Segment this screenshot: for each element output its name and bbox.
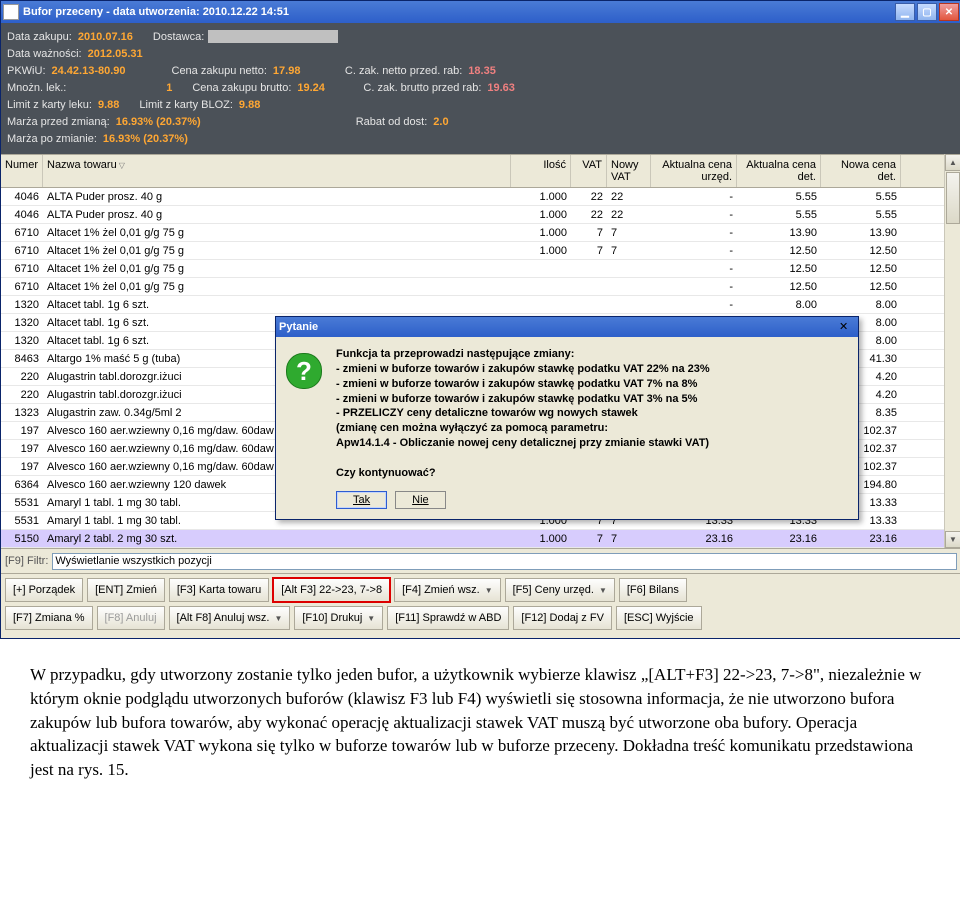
fn-button[interactable]: [ENT] Zmień xyxy=(87,578,165,602)
chevron-down-icon: ▼ xyxy=(485,586,493,595)
price-gross: 19.24 xyxy=(297,82,343,94)
vertical-scrollbar[interactable]: ▲ ▼ xyxy=(944,154,960,548)
pkwiu: 24.42.13-80.90 xyxy=(52,65,152,77)
dialog-message: Funkcja ta przeprowadzi następujące zmia… xyxy=(336,347,710,481)
titlebar: Bufor przeceny - data utworzenia: 2010.1… xyxy=(1,1,960,23)
col-number[interactable]: Numer xyxy=(1,155,43,187)
label: Rabat od dost: xyxy=(356,116,428,128)
no-button[interactable]: Nie xyxy=(395,491,446,509)
fn-button[interactable]: [F6] Bilans xyxy=(619,578,687,602)
scroll-up-icon[interactable]: ▲ xyxy=(945,154,960,171)
grid-header: Numer Nazwa towaru▽ Ilość VAT Nowy VAT A… xyxy=(1,154,944,188)
button-bar: [+] Porządek[ENT] Zmień[F3] Karta towaru… xyxy=(1,574,960,638)
table-row[interactable]: 4046ALTA Puder prosz. 40 g1.0002222-5.55… xyxy=(1,188,944,206)
label: Mnożn. lek.: xyxy=(7,82,66,94)
limit-card: 9.88 xyxy=(98,99,119,111)
rebate: 2.0 xyxy=(433,116,448,128)
chevron-down-icon: ▼ xyxy=(367,614,375,623)
col-official-price[interactable]: Aktualna cena urzęd. xyxy=(651,155,737,187)
table-row[interactable]: 5150Amaryl 2 tabl. 2 mg 30 szt.1.0007723… xyxy=(1,530,944,548)
label: Data zakupu: xyxy=(7,31,72,43)
fn-button[interactable]: [F4] Zmień wsz.▼ xyxy=(394,578,501,602)
scroll-down-icon[interactable]: ▼ xyxy=(945,531,960,548)
fn-button[interactable]: [F7] Zmiana % xyxy=(5,606,93,630)
col-new-retail[interactable]: Nowa cena det. xyxy=(821,155,901,187)
dialog-close-button[interactable]: ✕ xyxy=(839,320,855,334)
scrollbar-thumb[interactable] xyxy=(946,172,960,224)
label: C. zak. netto przed. rab: xyxy=(345,65,462,77)
table-row[interactable]: 6710Altacet 1% żel 0,01 g/g 75 g1.00077-… xyxy=(1,242,944,260)
fn-button[interactable]: [F5] Ceny urzęd.▼ xyxy=(505,578,615,602)
window-title: Bufor przeceny - data utworzenia: 2010.1… xyxy=(23,6,893,18)
multiplier: 1 xyxy=(72,82,172,94)
caption-text: W przypadku, gdy utworzony zostanie tylk… xyxy=(0,639,960,806)
table-row[interactable]: 1320Altacet tabl. 1g 6 szt.-8.008.00 xyxy=(1,296,944,314)
price-gross-before: 19.63 xyxy=(487,82,515,94)
label: PKWiU: xyxy=(7,65,46,77)
label: C. zak. brutto przed rab: xyxy=(363,82,481,94)
validity-date: 2012.05.31 xyxy=(88,48,143,60)
dialog-titlebar: Pytanie ✕ xyxy=(276,317,858,337)
col-vat[interactable]: VAT xyxy=(571,155,607,187)
purchase-date: 2010.07.16 xyxy=(78,31,133,43)
table-row[interactable]: 6710Altacet 1% żel 0,01 g/g 75 g-12.5012… xyxy=(1,278,944,296)
price-net-before: 18.35 xyxy=(468,65,496,77)
price-net: 17.98 xyxy=(273,65,325,77)
info-panel: Data zakupu: 2010.07.16 Dostawca: Data w… xyxy=(1,23,960,154)
fn-button[interactable]: [Alt F8] Anuluj wsz.▼ xyxy=(169,606,291,630)
fn-button[interactable]: [F12] Dodaj z FV xyxy=(513,606,612,630)
margin-after: 16.93% (20.37%) xyxy=(103,133,188,145)
label: Data ważności: xyxy=(7,48,82,60)
supplier-field xyxy=(208,30,338,43)
question-icon: ? xyxy=(286,353,322,389)
col-retail-price[interactable]: Aktualna cena det. xyxy=(737,155,821,187)
limit-bloz: 9.88 xyxy=(239,99,260,111)
dialog-title: Pytanie xyxy=(279,321,839,333)
chevron-down-icon: ▼ xyxy=(274,614,282,623)
table-row[interactable]: 6710Altacet 1% żel 0,01 g/g 75 g1.00077-… xyxy=(1,224,944,242)
fn-button[interactable]: [F10] Drukuj▼ xyxy=(294,606,383,630)
label: Cena zakupu brutto: xyxy=(192,82,291,94)
fn-button[interactable]: [ESC] Wyjście xyxy=(616,606,702,630)
filter-bar: [F9] Filtr: xyxy=(1,548,960,574)
fn-button[interactable]: [F8] Anuluj xyxy=(97,606,165,630)
table-row[interactable]: 6710Altacet 1% żel 0,01 g/g 75 g-12.5012… xyxy=(1,260,944,278)
label: Marża przed zmianą: xyxy=(7,116,110,128)
fn-button[interactable]: [F3] Karta towaru xyxy=(169,578,269,602)
col-name[interactable]: Nazwa towaru▽ xyxy=(43,155,511,187)
filter-label: [F9] Filtr: xyxy=(5,555,48,567)
margin-before: 16.93% (20.37%) xyxy=(116,116,336,128)
label: Cena zakupu netto: xyxy=(172,65,267,77)
col-new-vat[interactable]: Nowy VAT xyxy=(607,155,651,187)
main-window: Bufor przeceny - data utworzenia: 2010.1… xyxy=(0,0,960,639)
fn-button[interactable]: [Alt F3] 22->23, 7->8 xyxy=(273,578,390,602)
label: Limit z karty BLOZ: xyxy=(139,99,233,111)
filter-input[interactable] xyxy=(52,553,957,570)
col-qty[interactable]: Ilość xyxy=(511,155,571,187)
fn-button[interactable]: [F11] Sprawdź w ABD xyxy=(387,606,509,630)
maximize-button[interactable]: ▢ xyxy=(917,3,937,21)
label: Dostawca: xyxy=(153,31,204,43)
window-icon xyxy=(3,4,19,20)
minimize-button[interactable]: ▁ xyxy=(895,3,915,21)
sort-icon: ▽ xyxy=(119,161,125,170)
label: Limit z karty leku: xyxy=(7,99,92,111)
yes-button[interactable]: Tak xyxy=(336,491,387,509)
fn-button[interactable]: [+] Porządek xyxy=(5,578,83,602)
table-row[interactable]: 4046ALTA Puder prosz. 40 g1.0002222-5.55… xyxy=(1,206,944,224)
chevron-down-icon: ▼ xyxy=(599,586,607,595)
close-button[interactable]: ✕ xyxy=(939,3,959,21)
question-dialog: Pytanie ✕ ? Funkcja ta przeprowadzi nast… xyxy=(275,316,859,520)
label: Marża po zmianie: xyxy=(7,133,97,145)
